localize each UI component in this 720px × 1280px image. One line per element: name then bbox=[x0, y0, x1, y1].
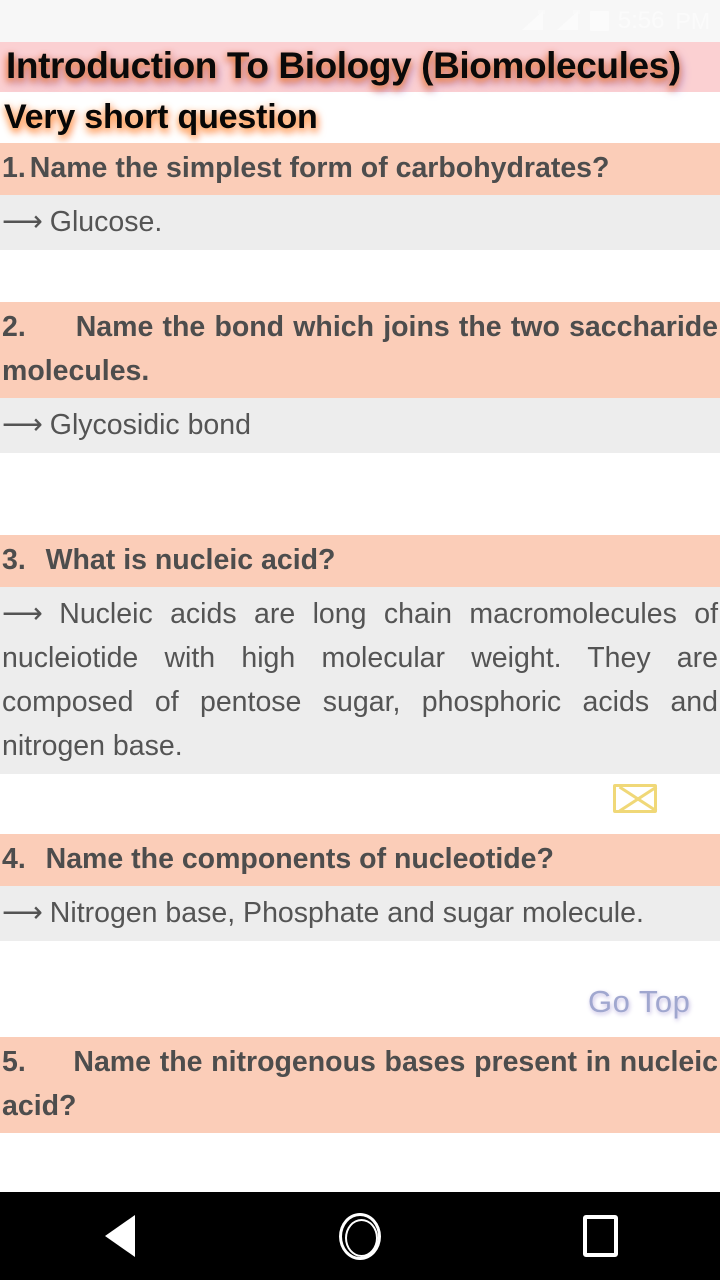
question-5: 5. Name the nitrogenous bases present in… bbox=[0, 1037, 720, 1134]
section-title: Very short question bbox=[4, 98, 318, 137]
answer-4-text: Nitrogen base, Phosphate and sugar molec… bbox=[49, 897, 644, 930]
question-4-number: 4. bbox=[2, 843, 26, 876]
nav-home-button[interactable] bbox=[300, 1192, 420, 1280]
question-1-text: Name the simplest form of carbohydrates? bbox=[29, 151, 610, 184]
question-2-number: 2. bbox=[2, 310, 26, 343]
block-gap-2 bbox=[0, 452, 720, 535]
section-title-wrap: Very short question bbox=[0, 92, 720, 143]
status-time: 5:56 bbox=[617, 7, 665, 34]
answer-3-text: Nucleic acids are long chain macromolecu… bbox=[2, 597, 719, 763]
home-circle-icon bbox=[339, 1212, 381, 1260]
answer-2-text: Glycosidic bond bbox=[49, 408, 251, 441]
question-5-number: 5. bbox=[2, 1046, 26, 1079]
answer-1-text: Glucose. bbox=[49, 205, 163, 238]
nav-recents-button[interactable] bbox=[540, 1192, 660, 1280]
nav-back-button[interactable] bbox=[60, 1192, 180, 1280]
question-1: 1. Name the simplest form of carbohydrate… bbox=[0, 142, 720, 195]
qa-block-2: 2. Name the bond which joins the two sac… bbox=[0, 301, 720, 453]
back-triangle-icon bbox=[105, 1215, 135, 1257]
share-row bbox=[0, 774, 720, 835]
question-3: 3. What is nucleic acid? bbox=[0, 534, 720, 587]
page-title: Introduction To Biology (Biomolecules) bbox=[6, 45, 681, 86]
battery-icon bbox=[589, 11, 609, 31]
phone-screen: 5:56 PM Introduction To Biology (Biomole… bbox=[0, 0, 720, 1280]
question-2: 2. Name the bond which joins the two sac… bbox=[0, 301, 720, 398]
go-top-link[interactable]: Go Top bbox=[588, 984, 690, 1020]
answer-1: ⟶ Glucose. bbox=[0, 194, 720, 250]
recents-square-icon bbox=[582, 1215, 618, 1257]
question-3-text: What is nucleic acid? bbox=[45, 543, 336, 576]
question-1-number: 1. bbox=[2, 151, 26, 184]
signal-bars-icon bbox=[520, 10, 546, 32]
question-4-text: Name the components of nucleotide? bbox=[45, 843, 554, 876]
answer-2: ⟶ Glycosidic bond bbox=[0, 397, 720, 453]
answer-3-arrow: ⟶ bbox=[2, 597, 43, 630]
qa-block-5: 5. Name the nitrogenous bases present in… bbox=[0, 1037, 720, 1134]
question-3-number: 3. bbox=[2, 543, 26, 576]
answer-2-arrow: ⟶ bbox=[2, 408, 43, 441]
article-scroll-area[interactable]: Introduction To Biology (Biomolecules) V… bbox=[0, 42, 720, 1234]
answer-1-arrow: ⟶ bbox=[2, 205, 43, 238]
status-ampm: PM bbox=[675, 7, 711, 34]
page-title-band: Introduction To Biology (Biomolecules) bbox=[0, 42, 720, 93]
signal-bars-icon-2 bbox=[555, 10, 581, 32]
question-2-text: Name the bond which joins the two saccha… bbox=[2, 310, 718, 387]
answer-3: ⟶ Nucleic acids are long chain macromole… bbox=[0, 586, 720, 775]
envelope-icon[interactable] bbox=[613, 784, 657, 814]
answer-4: ⟶ Nitrogen base, Phosphate and sugar mol… bbox=[0, 886, 720, 942]
qa-block-1: 1. Name the simplest form of carbohydrate… bbox=[0, 142, 720, 250]
status-bar: 5:56 PM bbox=[0, 0, 720, 42]
answer-4-arrow: ⟶ bbox=[2, 897, 43, 930]
block-gap-1 bbox=[0, 249, 720, 302]
qa-block-3: 3. What is nucleic acid? ⟶ Nucleic acids… bbox=[0, 534, 720, 775]
question-5-text: Name the nitrogenous bases present in nu… bbox=[2, 1046, 718, 1123]
android-navigation-bar bbox=[0, 1192, 720, 1280]
question-4: 4. Name the components of nucleotide? bbox=[0, 834, 720, 887]
qa-block-4: 4. Name the components of nucleotide? ⟶ … bbox=[0, 834, 720, 942]
